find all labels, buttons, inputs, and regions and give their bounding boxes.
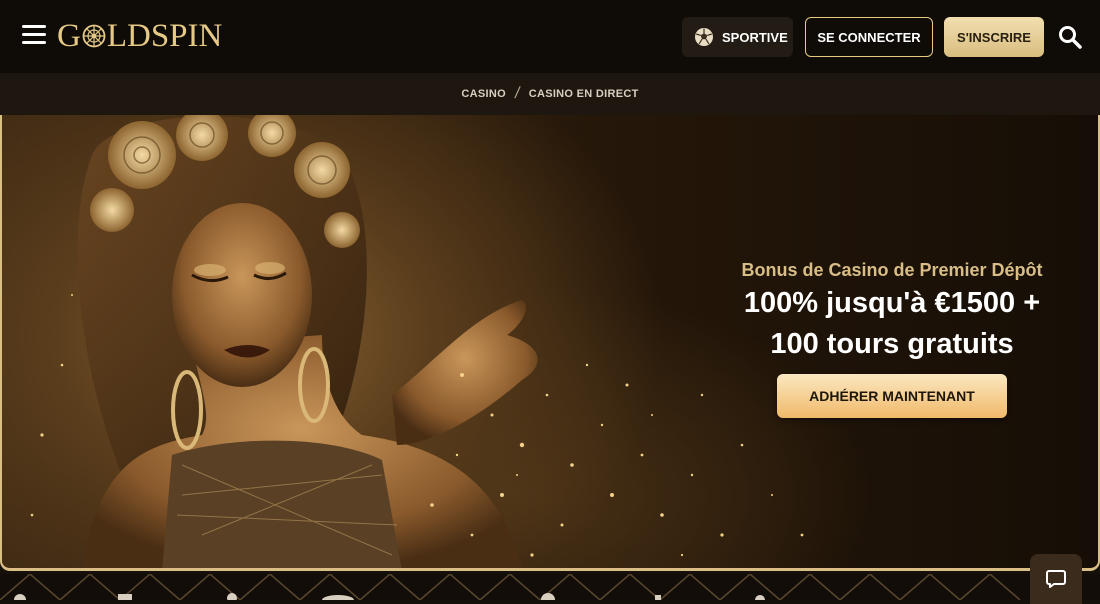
logo-text-rest: LDSPIN [106, 18, 223, 54]
promo-title-line-1: 100% jusqu'à €1500 + [743, 287, 1041, 319]
search-icon[interactable] [1058, 25, 1082, 49]
join-now-button-label: ADHÉRER MAINTENANT [809, 388, 975, 404]
category-icons-partial [0, 574, 1021, 600]
sport-button[interactable]: SPORTIVE [682, 17, 793, 57]
logo-letter-g: G [57, 18, 81, 54]
promo-banner: Bonus de Casino de Premier Dépôt 100% ju… [0, 115, 1100, 571]
register-button-label: S'INSCRIRE [957, 29, 1031, 45]
breadcrumb: CASINO / CASINO EN DIRECT [0, 73, 1100, 115]
soccer-ball-icon [695, 28, 713, 46]
menu-icon[interactable] [22, 25, 46, 45]
sport-button-label: SPORTIVE [722, 29, 788, 45]
category-strip [0, 574, 1100, 600]
live-chat-button[interactable] [1030, 554, 1082, 604]
goldspin-logo[interactable]: G LDSPIN [57, 18, 222, 54]
login-button-label: SE CONNECTER [817, 29, 921, 45]
promo-text-block: Bonus de Casino de Premier Dépôt 100% ju… [702, 260, 1082, 363]
promo-title-line-2: 100 tours gratuits [770, 328, 1014, 360]
chat-bubble-icon [1046, 570, 1066, 588]
join-now-button[interactable]: ADHÉRER MAINTENANT [777, 374, 1007, 418]
register-button[interactable]: S'INSCRIRE [944, 17, 1044, 57]
login-button[interactable]: SE CONNECTER [805, 17, 933, 57]
promo-subtitle: Bonus de Casino de Premier Dépôt [741, 260, 1043, 280]
breadcrumb-separator: / [513, 85, 522, 102]
roulette-wheel-icon [82, 24, 106, 48]
breadcrumb-item-casino[interactable]: CASINO [461, 88, 506, 100]
breadcrumb-item-live-casino[interactable]: CASINO EN DIRECT [529, 88, 639, 100]
top-header: G LDSPIN SPORTIVE SE CONNECTER S'INSCRIR… [0, 0, 1100, 73]
